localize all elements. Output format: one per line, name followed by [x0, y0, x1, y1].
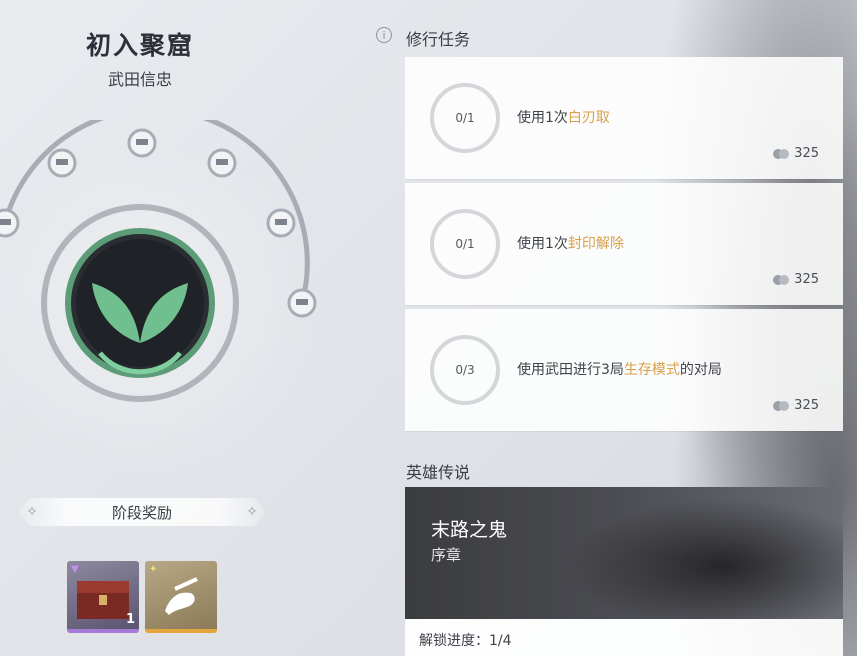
task-card[interactable]: 0/3 使用武田进行3局生存模式的对局 325 [405, 309, 843, 431]
task-card[interactable]: 0/1 使用1次封印解除 325 [405, 183, 843, 305]
diamond-ornament-icon: ✧ [246, 504, 258, 520]
legend-chapter: 序章 [431, 546, 462, 564]
page-title: 初入聚窟 [85, 31, 194, 60]
task-highlight: 白刃取 [567, 110, 610, 126]
coin-icon [773, 274, 790, 285]
task-description: 使用武田进行3局生存模式的对局 [517, 362, 722, 378]
reward-item-gesture[interactable]: ✦ [145, 561, 217, 633]
info-icon[interactable]: i [376, 27, 392, 43]
progression-node[interactable] [207, 148, 237, 178]
progression-node[interactable] [287, 288, 317, 318]
legend-unlock-progress: 解锁进度：1/4 [405, 619, 843, 656]
task-progress-ring: 0/3 [430, 335, 500, 405]
rarity-icon: ▼ [71, 564, 79, 575]
stage-rewards-header: ✧ 阶段奖励 ✧ [18, 498, 266, 526]
legend-card[interactable]: 末路之鬼 序章 [405, 487, 843, 619]
tasks-heading: 修行任务 [406, 30, 471, 49]
task-highlight: 生存模式 [623, 362, 680, 378]
legend-progress-text: 解锁进度：1/4 [419, 633, 512, 649]
legend-heading: 英雄传说 [406, 463, 471, 482]
progression-node[interactable] [0, 208, 20, 238]
progression-node[interactable] [47, 148, 77, 178]
task-card[interactable]: 0/1 使用1次白刃取 325 [405, 57, 843, 179]
task-reward: 325 [772, 146, 819, 161]
progression-node[interactable] [127, 128, 157, 158]
legend-title: 末路之鬼 [431, 519, 508, 541]
task-reward: 325 [772, 398, 819, 413]
reward-item-chest[interactable]: ▼ 1 [67, 561, 139, 633]
task-description: 使用1次白刃取 [517, 110, 610, 126]
task-progress-ring: 0/1 [430, 209, 500, 279]
progression-node[interactable] [266, 208, 296, 238]
rarity-icon: ✦ [149, 564, 158, 575]
task-description: 使用1次封印解除 [517, 236, 624, 252]
coin-icon [773, 400, 790, 411]
hero-emblem-icon [41, 204, 239, 402]
stage-rewards-label: 阶段奖励 [111, 504, 172, 522]
task-progress-ring: 0/1 [430, 83, 500, 153]
task-reward: 325 [772, 272, 819, 287]
reward-count: 1 [125, 612, 135, 627]
legend-samurai-art [543, 487, 843, 619]
coin-icon [773, 148, 790, 159]
hero-name: 武田信忠 [107, 70, 172, 89]
task-highlight: 封印解除 [567, 236, 624, 252]
